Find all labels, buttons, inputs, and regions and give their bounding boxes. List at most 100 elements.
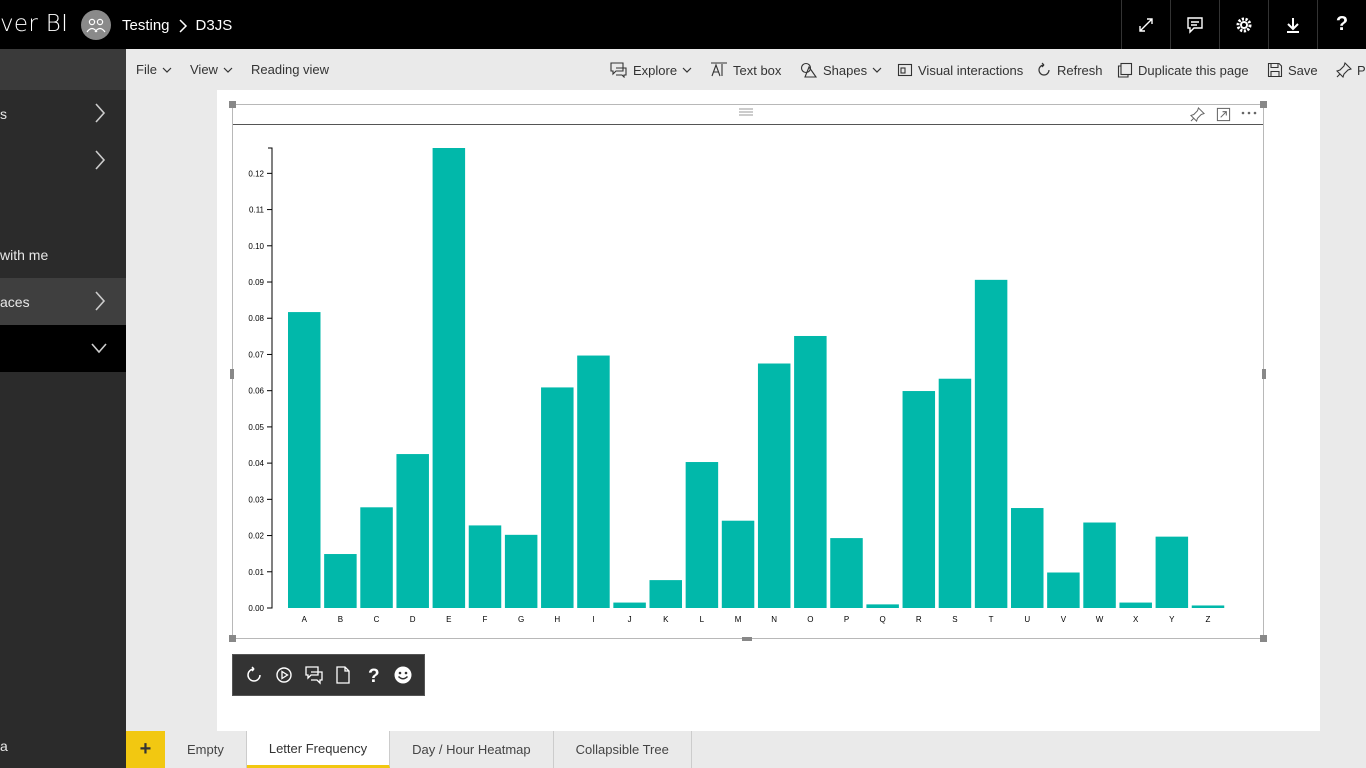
bar-K[interactable] [649,580,683,608]
refresh-button[interactable]: Refresh [1036,62,1103,78]
bar-Y[interactable] [1155,536,1189,608]
tab-day-hour-heatmap[interactable]: Day / Hour Heatmap [390,731,554,768]
add-page-button[interactable]: + [126,731,165,768]
sidebar-item-workspaces[interactable]: aces [0,278,126,325]
bar-Q[interactable] [866,604,899,608]
resize-handle[interactable] [742,637,752,641]
resize-handle[interactable] [1260,635,1267,642]
y-tick-label: 0.01 [248,568,264,577]
file-menu-label: File [136,62,157,77]
drag-handle-icon[interactable] [738,107,754,117]
bar-B[interactable] [324,554,357,608]
bar-D[interactable] [396,454,429,608]
visual-header [233,105,1263,125]
x-tick-label: L [700,615,705,624]
bar-G[interactable] [504,534,538,608]
visual-interactions-label: Visual interactions [918,62,1024,78]
bar-A[interactable] [288,312,321,608]
tab-empty[interactable]: Empty [165,731,247,768]
bar-X[interactable] [1119,602,1152,608]
explore-menu[interactable]: Explore [610,62,692,78]
bar-V[interactable] [1047,572,1080,608]
help-button[interactable]: ? [1317,0,1366,49]
bar-M[interactable] [721,520,755,608]
sidebar-bottom-label[interactable]: a [0,738,8,754]
comment-button[interactable] [1170,0,1219,49]
sidebar-item-label: with me [0,246,49,263]
reading-view-button[interactable]: Reading view [251,62,329,77]
bar-E[interactable] [432,148,466,608]
comment-icon [1187,16,1203,34]
sidebar-item-label: s [0,105,7,122]
visual-interactions-button[interactable]: Visual interactions [897,62,1023,78]
x-tick-label: F [483,615,488,624]
resize-handle[interactable] [1262,369,1266,379]
bar-O[interactable] [794,335,827,608]
bar-C[interactable] [360,507,393,608]
x-tick-label: K [663,615,669,624]
save-label: Save [1288,62,1318,78]
view-menu[interactable]: View [190,62,233,77]
y-tick-label: 0.03 [248,495,264,504]
chevron-right-icon [179,18,187,33]
x-tick-label: Z [1206,615,1211,624]
bar-chart: 0.00 0.01 0.02 0.03 0.04 0.05 0.06 0.07 0.08 0.09… [248,147,1225,624]
bar-P[interactable] [830,538,863,608]
bar-S[interactable] [938,378,972,608]
breadcrumb-workspace[interactable]: Testing [122,17,170,34]
bar-R[interactable] [902,391,936,608]
comment-visual-icon[interactable] [304,665,324,685]
visual-interactions-icon [897,63,913,77]
play-icon[interactable] [274,665,294,685]
pin-page-button[interactable]: P [1336,62,1366,78]
chevron-down-icon [872,67,882,73]
explore-label: Explore [633,62,678,78]
smiley-icon[interactable] [393,665,413,685]
bar-Z[interactable] [1191,605,1225,608]
resize-handle[interactable] [1260,101,1267,108]
reset-icon[interactable] [244,665,264,685]
download-button[interactable] [1268,0,1317,49]
file-menu[interactable]: File [136,62,172,77]
sidebar-item-shared-with-me[interactable]: with me [0,231,126,278]
tab-collapsible-tree[interactable]: Collapsible Tree [554,731,692,768]
text-box-button[interactable]: Text box [710,62,781,78]
sidebar-item-1[interactable]: s [0,90,126,137]
x-tick-label: Q [880,615,886,624]
text-box-icon [711,62,727,77]
bar-J[interactable] [613,602,646,608]
document-icon[interactable] [333,665,353,685]
pin-visual-icon[interactable] [1190,107,1205,122]
y-tick-label: 0.11 [249,206,265,215]
bar-F[interactable] [468,525,502,608]
bar-U[interactable] [1011,508,1044,608]
bar-T[interactable] [974,279,1008,608]
gear-icon [1236,17,1252,32]
settings-button[interactable] [1219,0,1268,49]
breadcrumb-report[interactable]: D3JS [196,17,233,34]
bar-I[interactable] [577,355,610,608]
bar-H[interactable] [541,387,574,608]
tab-letter-frequency[interactable]: Letter Frequency [246,731,391,768]
resize-handle[interactable] [229,101,236,108]
bar-N[interactable] [757,363,791,608]
help-icon: ? [1335,13,1349,35]
sidebar-item-current-workspace[interactable] [0,325,126,372]
explore-icon [610,62,627,78]
bar-W[interactable] [1083,522,1116,608]
save-button[interactable]: Save [1267,62,1318,78]
duplicate-page-button[interactable]: Duplicate this page [1117,62,1249,78]
top-bar: ver BI Testing D3JS ? [0,0,1366,49]
x-tick-label: V [1061,615,1067,624]
help-icon[interactable]: ? [363,665,383,685]
shapes-menu[interactable]: Shapes [800,62,882,78]
fullscreen-button[interactable] [1121,0,1170,49]
bar-L[interactable] [685,462,719,608]
y-tick-label: 0.04 [248,459,264,468]
resize-handle[interactable] [229,635,236,642]
sidebar-item-2[interactable] [0,137,126,184]
more-options-icon[interactable] [1241,110,1257,116]
focus-mode-icon[interactable] [1216,107,1231,122]
workspace-avatar[interactable] [81,10,111,40]
x-tick-label: J [628,615,632,624]
